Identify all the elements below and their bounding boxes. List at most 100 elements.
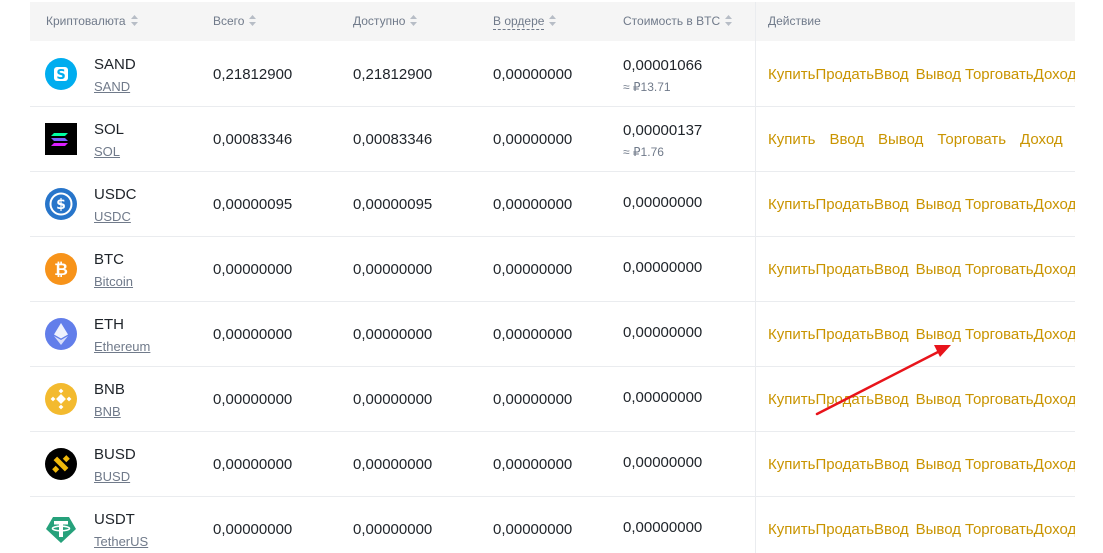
btc-icon: ₿ bbox=[45, 253, 77, 285]
coin-name-link[interactable]: USDC bbox=[94, 209, 131, 224]
action-2-link[interactable]: Продать bbox=[815, 261, 874, 278]
action-2-link[interactable]: Продать bbox=[815, 521, 874, 538]
btc-value: 0,00000000 bbox=[623, 519, 703, 536]
action-1-link[interactable]: Купить bbox=[768, 66, 815, 83]
total-value: 0,21812900 bbox=[213, 65, 293, 83]
action-2-link[interactable]: Продать bbox=[815, 196, 874, 213]
action-4-link[interactable]: Вывод bbox=[916, 66, 961, 83]
sort-icon[interactable] bbox=[130, 15, 138, 27]
action-6-link[interactable]: Доход bbox=[1034, 391, 1075, 408]
btc-value: 0,00000000 bbox=[623, 454, 703, 471]
action-4-link[interactable]: Вывод bbox=[916, 196, 961, 213]
action-6-link[interactable]: Доход bbox=[1034, 326, 1075, 343]
action-1-link[interactable]: Купить bbox=[768, 196, 815, 213]
coin-symbol: SAND bbox=[94, 56, 136, 73]
action-2-link[interactable]: Продать bbox=[815, 326, 874, 343]
svg-text:₿: ₿ bbox=[54, 260, 68, 280]
action-4-link[interactable]: Торговать bbox=[937, 131, 1006, 148]
coin-symbol: BUSD bbox=[94, 446, 136, 463]
table-row: BUSD BUSD 0,00000000 0,00000000 0,00000000 0,… bbox=[30, 432, 1075, 497]
action-5-link[interactable]: Торговать bbox=[965, 326, 1034, 343]
action-1-link[interactable]: Купить bbox=[768, 131, 815, 148]
header-available[interactable]: Доступно bbox=[353, 2, 418, 41]
action-3-link[interactable]: Ввод bbox=[874, 521, 909, 538]
action-3-link[interactable]: Ввод bbox=[874, 391, 909, 408]
action-6-link[interactable]: Доход bbox=[1034, 521, 1075, 538]
action-1-link[interactable]: Купить bbox=[768, 326, 815, 343]
coin-name-link[interactable]: Bitcoin bbox=[94, 274, 133, 289]
action-5-link[interactable]: Торговать bbox=[965, 196, 1034, 213]
sort-icon[interactable] bbox=[725, 15, 733, 27]
table-header: Криптовалюта Всего Доступно В ордере Сто… bbox=[30, 2, 1075, 41]
header-btc-value[interactable]: Стоимость в BTC bbox=[623, 2, 733, 41]
in-order-value: 0,00000000 bbox=[493, 520, 573, 538]
available-value: 0,00000000 bbox=[353, 455, 433, 473]
action-6-link[interactable]: Доход bbox=[1034, 66, 1075, 83]
header-in-order[interactable]: В ордере bbox=[493, 2, 557, 41]
header-coin[interactable]: Криптовалюта bbox=[46, 2, 138, 41]
coin-name-link[interactable]: BUSD bbox=[94, 469, 130, 484]
action-5-link[interactable]: Торговать bbox=[965, 66, 1034, 83]
bnb-icon bbox=[45, 383, 77, 415]
action-6-link[interactable]: Доход bbox=[1034, 196, 1075, 213]
action-4-link[interactable]: Вывод bbox=[916, 261, 961, 278]
action-1-link[interactable]: Купить bbox=[768, 391, 815, 408]
total-value: 0,00000000 bbox=[213, 325, 293, 343]
table-row: $ USDC USDC 0,00000095 0,00000095 0,00000000 0… bbox=[30, 172, 1075, 237]
actions-cell: Купить Продать Ввод Вывод Торговать Доход bbox=[768, 497, 1075, 553]
action-4-link[interactable]: Вывод bbox=[916, 326, 961, 343]
total-value: 0,00083346 bbox=[213, 130, 293, 148]
action-5-link[interactable]: Торговать bbox=[965, 391, 1034, 408]
in-order-value: 0,00000000 bbox=[493, 390, 573, 408]
action-3-link[interactable]: Вывод bbox=[878, 131, 923, 148]
coin-symbol: ETH bbox=[94, 316, 124, 333]
actions-cell: Купить Продать Ввод Вывод Торговать Доход bbox=[768, 172, 1075, 236]
action-5-link[interactable]: Торговать bbox=[965, 521, 1034, 538]
btc-value: 0,00000000 bbox=[623, 324, 703, 341]
action-2-link[interactable]: Продать bbox=[815, 391, 874, 408]
action-3-link[interactable]: Ввод bbox=[874, 326, 909, 343]
btc-value: 0,00000000 bbox=[623, 194, 703, 211]
coin-name-link[interactable]: SOL bbox=[94, 144, 120, 159]
btc-value: 0,00001066 bbox=[623, 57, 703, 74]
action-6-link[interactable]: Доход bbox=[1034, 261, 1075, 278]
coin-name-link[interactable]: Ethereum bbox=[94, 339, 150, 354]
actions-cell: Купить Продать Ввод Вывод Торговать Доход bbox=[768, 367, 1075, 431]
total-value: 0,00000000 bbox=[213, 260, 293, 278]
coin-name-link[interactable]: SAND bbox=[94, 79, 130, 94]
action-2-link[interactable]: Ввод bbox=[829, 131, 864, 148]
action-2-link[interactable]: Продать bbox=[815, 66, 874, 83]
sort-icon[interactable] bbox=[410, 15, 418, 27]
action-5-link[interactable]: Торговать bbox=[965, 261, 1034, 278]
available-value: 0,00000095 bbox=[353, 195, 433, 213]
sort-icon[interactable] bbox=[549, 15, 557, 27]
action-1-link[interactable]: Купить bbox=[768, 261, 815, 278]
available-value: 0,00000000 bbox=[353, 325, 433, 343]
action-3-link[interactable]: Ввод bbox=[874, 196, 909, 213]
action-5-link[interactable]: Доход bbox=[1020, 131, 1063, 148]
action-3-link[interactable]: Ввод bbox=[874, 456, 909, 473]
sol-icon bbox=[45, 123, 77, 155]
action-4-link[interactable]: Вывод bbox=[916, 521, 961, 538]
action-3-link[interactable]: Ввод bbox=[874, 66, 909, 83]
in-order-value: 0,00000000 bbox=[493, 325, 573, 343]
action-1-link[interactable]: Купить bbox=[768, 521, 815, 538]
coin-symbol: USDT bbox=[94, 511, 135, 528]
action-3-link[interactable]: Ввод bbox=[874, 261, 909, 278]
available-value: 0,00000000 bbox=[353, 390, 433, 408]
action-4-link[interactable]: Вывод bbox=[916, 456, 961, 473]
action-4-link[interactable]: Вывод bbox=[916, 391, 961, 408]
table-row: S SAND SAND 0,21812900 0,21812900 0,00000000 0… bbox=[30, 42, 1075, 107]
coin-symbol: USDC bbox=[94, 186, 137, 203]
action-6-link[interactable]: Доход bbox=[1034, 456, 1075, 473]
coin-name-link[interactable]: BNB bbox=[94, 404, 121, 419]
action-5-link[interactable]: Торговать bbox=[965, 456, 1034, 473]
action-1-link[interactable]: Купить bbox=[768, 456, 815, 473]
btc-value: 0,00000137 bbox=[623, 122, 703, 139]
actions-cell: Купить Продать Ввод Вывод Торговать Доход bbox=[768, 432, 1075, 496]
assets-table: Криптовалюта Всего Доступно В ордере Сто… bbox=[30, 0, 1075, 553]
action-2-link[interactable]: Продать bbox=[815, 456, 874, 473]
coin-name-link[interactable]: TetherUS bbox=[94, 534, 148, 549]
header-total[interactable]: Всего bbox=[213, 2, 257, 41]
sort-icon[interactable] bbox=[249, 15, 257, 27]
